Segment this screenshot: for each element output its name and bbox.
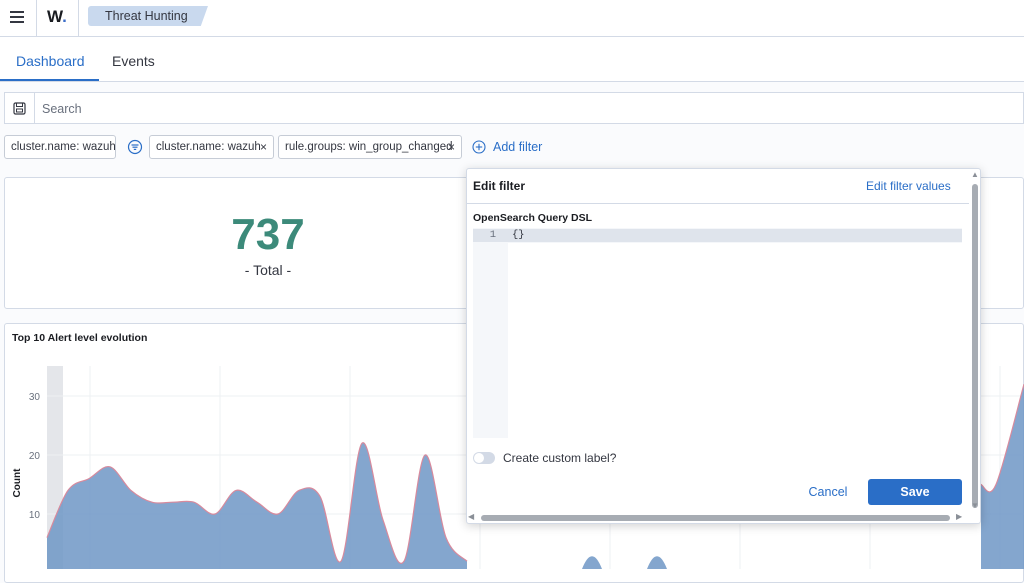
chart-area bbox=[47, 442, 467, 569]
metric-value: 737 bbox=[231, 210, 305, 259]
filter-pill[interactable]: rule.groups: win_group_changed × bbox=[278, 135, 462, 159]
scroll-down-arrow-icon[interactable]: ▼ bbox=[971, 501, 979, 510]
custom-label-text: Create custom label? bbox=[503, 451, 617, 465]
filter-options-icon[interactable] bbox=[127, 139, 143, 155]
editor-gutter bbox=[473, 228, 508, 438]
scroll-left-arrow-icon[interactable]: ◀ bbox=[468, 512, 474, 521]
popover-title: Edit filter bbox=[473, 179, 526, 193]
add-filter-button[interactable]: Add filter bbox=[493, 140, 542, 154]
vertical-scrollbar[interactable] bbox=[972, 184, 978, 508]
line-number: 1 bbox=[489, 229, 496, 241]
close-icon[interactable]: × bbox=[448, 136, 455, 158]
header-divider bbox=[78, 0, 79, 36]
filter-pill-label: cluster.name: wazuh bbox=[11, 141, 116, 153]
filter-pill-pinned[interactable]: cluster.name: wazuh bbox=[4, 135, 116, 159]
editor-active-line bbox=[473, 229, 962, 242]
y-tick-label: 10 bbox=[29, 510, 41, 521]
search-input[interactable] bbox=[36, 93, 1024, 125]
tab-events[interactable]: Events bbox=[112, 53, 155, 69]
filter-pill-label: cluster.name: wazuh bbox=[156, 141, 261, 153]
chart-area bbox=[582, 556, 602, 569]
menu-icon[interactable] bbox=[8, 7, 28, 27]
scroll-right-arrow-icon[interactable]: ▶ bbox=[956, 512, 962, 521]
tab-dashboard[interactable]: Dashboard bbox=[16, 53, 85, 69]
chart-area bbox=[647, 556, 667, 569]
edit-filter-values-link[interactable]: Edit filter values bbox=[866, 179, 951, 193]
toggle-knob[interactable] bbox=[474, 453, 484, 463]
metric-label: - Total - bbox=[244, 262, 292, 278]
wazuh-logo[interactable]: W. bbox=[47, 7, 67, 27]
horizontal-scrollbar[interactable] bbox=[481, 515, 950, 521]
query-dsl-label: OpenSearch Query DSL bbox=[473, 212, 593, 224]
chart-area bbox=[981, 384, 1024, 569]
editor-code-area[interactable] bbox=[508, 243, 962, 438]
cancel-button[interactable]: Cancel bbox=[800, 479, 856, 505]
y-tick-label: 30 bbox=[29, 392, 41, 403]
save-query-icon[interactable] bbox=[4, 92, 35, 124]
editor-content[interactable]: {} bbox=[512, 229, 525, 241]
save-button[interactable]: Save bbox=[868, 479, 962, 505]
y-axis-label: Count bbox=[12, 468, 23, 498]
filter-pill[interactable]: cluster.name: wazuh × bbox=[149, 135, 274, 159]
scroll-up-arrow-icon[interactable]: ▲ bbox=[971, 170, 979, 179]
header-divider bbox=[36, 0, 37, 36]
filter-pill-label: rule.groups: win_group_changed bbox=[285, 141, 453, 153]
y-tick-label: 20 bbox=[29, 451, 41, 462]
plus-circle-icon[interactable] bbox=[472, 140, 486, 154]
divider bbox=[467, 203, 969, 204]
chart-title: Top 10 Alert level evolution bbox=[12, 332, 148, 344]
breadcrumb-label[interactable]: Threat Hunting bbox=[105, 9, 188, 23]
close-icon[interactable]: × bbox=[260, 136, 267, 158]
active-tab-indicator bbox=[0, 79, 99, 81]
